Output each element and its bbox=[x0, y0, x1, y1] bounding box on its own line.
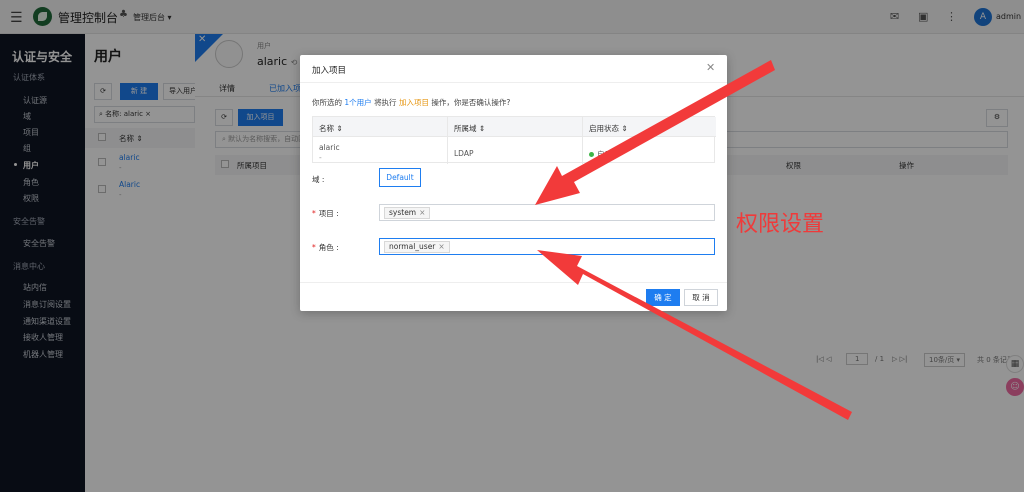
col-name[interactable]: 名称 ⇕ bbox=[319, 123, 343, 134]
role-tag: normal_user × bbox=[384, 241, 450, 253]
dialog-header: 加入项目 ✕ bbox=[300, 55, 727, 83]
dialog-title: 加入项目 bbox=[312, 66, 347, 76]
col-divider bbox=[582, 117, 583, 164]
cancel-button[interactable]: 取 消 bbox=[684, 289, 718, 306]
table-header: 名称 ⇕ 所属域 ⇕ 启用状态 ⇕ bbox=[313, 117, 716, 137]
role-label: * 角色 : bbox=[312, 243, 339, 252]
project-select[interactable]: system × bbox=[379, 204, 715, 221]
tag-remove-icon[interactable]: × bbox=[438, 242, 444, 251]
confirm-message: 你所选的 1个用户 将执行 加入项目 操作，你是否确认操作? bbox=[312, 98, 511, 107]
join-project-dialog: 加入项目 ✕ 你所选的 1个用户 将执行 加入项目 操作，你是否确认操作? 名称… bbox=[300, 55, 727, 311]
cell-domain: LDAP bbox=[454, 149, 474, 158]
annotation-text: 权限设置 bbox=[736, 212, 825, 237]
cell-name-sub: - bbox=[319, 153, 322, 162]
domain-select-button[interactable]: Default bbox=[379, 168, 421, 187]
role-select[interactable]: normal_user × bbox=[379, 238, 715, 255]
project-label: * 项目 : bbox=[312, 209, 339, 218]
status-dot-icon bbox=[589, 152, 594, 157]
col-divider bbox=[447, 117, 448, 164]
domain-label: 域 : bbox=[312, 175, 325, 184]
project-tag: system × bbox=[384, 207, 431, 219]
tag-remove-icon[interactable]: × bbox=[419, 208, 425, 217]
col-status[interactable]: 启用状态 ⇕ bbox=[589, 123, 628, 134]
cell-name: alaric bbox=[319, 143, 340, 152]
col-domain[interactable]: 所属域 ⇕ bbox=[454, 123, 485, 134]
close-icon[interactable]: ✕ bbox=[706, 61, 715, 74]
cell-status: 启用 bbox=[589, 149, 612, 160]
ok-button[interactable]: 确 定 bbox=[646, 289, 680, 306]
selected-users-table: 名称 ⇕ 所属域 ⇕ 启用状态 ⇕ alaric - LDAP 启用 bbox=[312, 116, 716, 164]
dialog-footer-divider bbox=[300, 282, 727, 283]
